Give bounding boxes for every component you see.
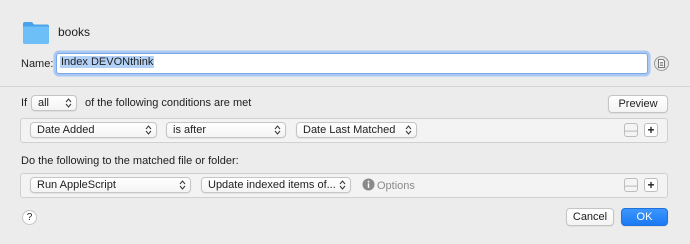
popup-arrows-icon (339, 180, 346, 190)
cancel-button[interactable]: Cancel (566, 208, 614, 226)
operator-popup-value: is after (173, 124, 207, 136)
divider (0, 86, 690, 87)
script-popup[interactable]: Update indexed items of... (201, 177, 351, 193)
add-action-button[interactable]: + (644, 178, 658, 192)
operator-popup[interactable]: is after (166, 122, 286, 138)
if-label: If (21, 97, 28, 109)
document-icon[interactable] (654, 56, 669, 71)
popup-arrows-icon (65, 98, 72, 108)
value-popup-value: Date Last Matched (303, 124, 396, 136)
add-condition-button[interactable]: + (644, 123, 658, 137)
name-label: Name: (21, 58, 54, 70)
info-icon[interactable] (362, 178, 375, 191)
action-popup-value: Run AppleScript (37, 179, 116, 191)
folder-icon (23, 22, 49, 44)
match-popup-value: all (38, 97, 50, 109)
remove-action-button[interactable]: — (624, 178, 638, 192)
popup-arrows-icon (179, 180, 186, 190)
action-row: Run AppleScript Update indexed items of.… (20, 173, 668, 198)
match-popup[interactable]: all (31, 95, 77, 111)
popup-arrows-icon (274, 125, 281, 135)
options-label[interactable]: Options (377, 180, 415, 192)
condition-row: Date Added is after Date Last Matched — … (20, 118, 668, 143)
preview-button[interactable]: Preview (608, 95, 668, 113)
popup-arrows-icon (145, 125, 152, 135)
actions-heading: Do the following to the matched file or … (21, 155, 239, 167)
remove-condition-button[interactable]: — (624, 123, 638, 137)
folder-name: books (58, 25, 91, 39)
attribute-popup-value: Date Added (37, 124, 95, 136)
conditions-suffix: of the following conditions are met (85, 97, 252, 109)
value-popup[interactable]: Date Last Matched (296, 122, 417, 138)
action-popup[interactable]: Run AppleScript (30, 177, 191, 193)
ok-button[interactable]: OK (621, 208, 668, 226)
name-input[interactable]: Index DEVONthink (56, 53, 648, 74)
help-button[interactable]: ? (22, 210, 37, 225)
name-input-value: Index DEVONthink (60, 56, 155, 68)
popup-arrows-icon (405, 125, 412, 135)
attribute-popup[interactable]: Date Added (30, 122, 157, 138)
script-popup-value: Update indexed items of... (208, 179, 336, 191)
